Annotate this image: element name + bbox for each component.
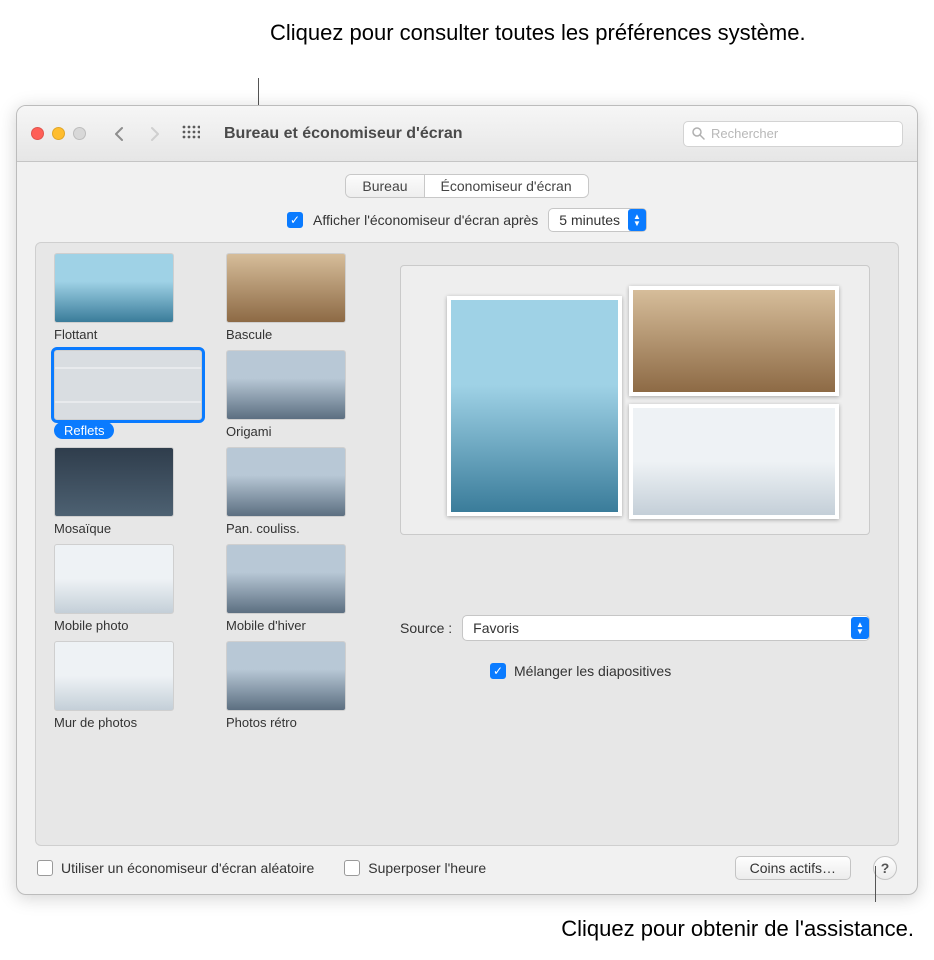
source-value: Favoris: [473, 620, 519, 636]
saver-thumbnail[interactable]: [226, 253, 346, 323]
search-input[interactable]: [711, 126, 894, 141]
help-button[interactable]: ?: [873, 856, 897, 880]
preview-pane: Source : Favoris ▲▼ ✓ Mélanger les diapo…: [386, 243, 898, 845]
saver-thumbnail[interactable]: [54, 350, 202, 420]
show-after-label: Afficher l'économiseur d'écran après: [313, 212, 538, 228]
saver-thumbnail[interactable]: [54, 641, 174, 711]
show-clock-label: Superposer l'heure: [368, 860, 486, 876]
saver-item[interactable]: Mobile photo: [54, 544, 202, 633]
zoom-button-disabled: [73, 127, 86, 140]
saver-list[interactable]: Flottant Bascule Reflets Origami Mosaïque Pan…: [36, 243, 386, 845]
tab-segmented: Bureau Économiseur d'écran: [345, 174, 588, 198]
saver-item[interactable]: Flottant: [54, 253, 202, 342]
callout-top: Cliquez pour consulter toutes les préfér…: [270, 18, 806, 48]
show-after-value: 5 minutes: [559, 212, 620, 228]
minimize-button[interactable]: [52, 127, 65, 140]
saver-thumbnail[interactable]: [54, 253, 174, 323]
show-after-row: ✓ Afficher l'économiseur d'écran après 5…: [35, 208, 899, 232]
saver-item[interactable]: Photos rétro: [226, 641, 374, 730]
source-row: Source : Favoris ▲▼: [400, 615, 870, 641]
saver-label: Mur de photos: [54, 715, 137, 730]
show-clock-checkbox[interactable]: [344, 860, 360, 876]
callout-bottom: Cliquez pour obtenir de l'assistance.: [561, 916, 914, 942]
titlebar: Bureau et économiseur d'écran: [17, 106, 917, 162]
check-icon: ✓: [493, 665, 503, 677]
saver-item[interactable]: Mur de photos: [54, 641, 202, 730]
search-field[interactable]: [683, 121, 903, 147]
saver-item[interactable]: Mobile d'hiver: [226, 544, 374, 633]
tab-bureau[interactable]: Bureau: [346, 175, 424, 197]
show-after-popup[interactable]: 5 minutes ▲▼: [548, 208, 647, 232]
random-saver-checkbox[interactable]: [37, 860, 53, 876]
saver-label: Mobile d'hiver: [226, 618, 306, 633]
show-all-icon[interactable]: [178, 121, 204, 147]
saver-label: Reflets: [54, 422, 114, 439]
saver-thumbnail[interactable]: [54, 544, 174, 614]
preferences-window: Bureau et économiseur d'écran Bureau Éco…: [16, 105, 918, 895]
traffic-lights: [31, 127, 86, 140]
source-popup[interactable]: Favoris ▲▼: [462, 615, 870, 641]
saver-thumbnail[interactable]: [226, 544, 346, 614]
check-icon: ✓: [290, 214, 300, 226]
random-saver-label: Utiliser un économiseur d'écran aléatoir…: [61, 860, 314, 876]
saver-item[interactable]: Reflets: [54, 350, 202, 439]
forward-button[interactable]: [142, 120, 168, 148]
back-button[interactable]: [106, 120, 132, 148]
callout-line: [875, 866, 876, 902]
main-panel: Flottant Bascule Reflets Origami Mosaïque Pan…: [35, 242, 899, 846]
saver-thumbnail[interactable]: [226, 447, 346, 517]
saver-label: Photos rétro: [226, 715, 297, 730]
saver-label: Origami: [226, 424, 272, 439]
tab-economiseur[interactable]: Économiseur d'écran: [425, 175, 588, 197]
saver-thumbnail[interactable]: [226, 350, 346, 420]
saver-thumbnail[interactable]: [226, 641, 346, 711]
saver-item[interactable]: Pan. couliss.: [226, 447, 374, 536]
shuffle-row: ✓ Mélanger les diapositives: [490, 663, 870, 679]
show-after-checkbox[interactable]: ✓: [287, 212, 303, 228]
saver-thumbnail[interactable]: [54, 447, 174, 517]
source-label: Source :: [400, 620, 452, 636]
window-title: Bureau et économiseur d'écran: [224, 125, 673, 143]
stepper-icon: ▲▼: [851, 617, 869, 639]
footer: Utiliser un économiseur d'écran aléatoir…: [35, 846, 899, 880]
shuffle-label: Mélanger les diapositives: [514, 663, 671, 679]
saver-label: Mosaïque: [54, 521, 111, 536]
saver-item[interactable]: Bascule: [226, 253, 374, 342]
stepper-icon: ▲▼: [628, 209, 646, 231]
shuffle-checkbox[interactable]: ✓: [490, 663, 506, 679]
saver-label: Pan. couliss.: [226, 521, 300, 536]
close-button[interactable]: [31, 127, 44, 140]
search-icon: [692, 127, 705, 140]
saver-label: Flottant: [54, 327, 97, 342]
preview-monitor: [400, 265, 870, 535]
saver-item[interactable]: Mosaïque: [54, 447, 202, 536]
hot-corners-button[interactable]: Coins actifs…: [735, 856, 851, 880]
saver-item[interactable]: Origami: [226, 350, 374, 439]
saver-label: Mobile photo: [54, 618, 128, 633]
saver-label: Bascule: [226, 327, 272, 342]
